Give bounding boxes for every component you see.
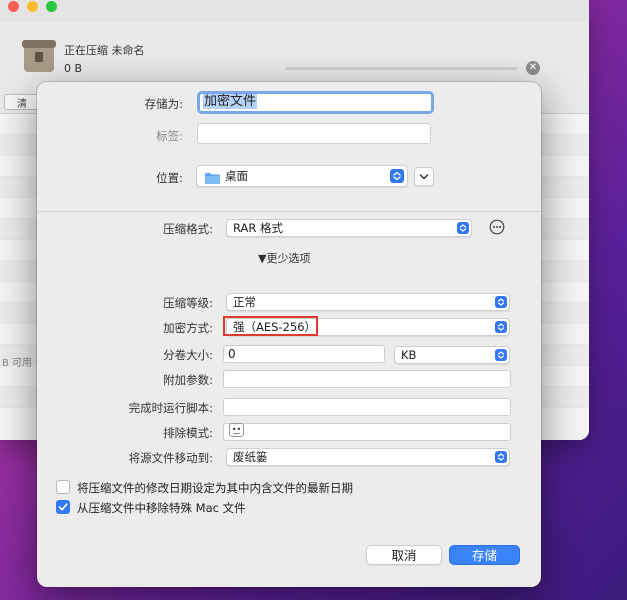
run-script-field[interactable] — [223, 398, 511, 416]
chevron-updown-icon — [495, 451, 507, 463]
more-options-icon[interactable] — [489, 219, 505, 235]
chevron-updown-icon — [495, 349, 507, 361]
progress-bar — [285, 67, 517, 70]
save-dialog: 存储为: 加密文件 标签: 位置: 桌面 压缩格式: RAR 格式 ▼更少选项 … — [37, 82, 541, 587]
move-source-popup[interactable]: 废纸篓 — [226, 448, 510, 466]
chevron-updown-icon — [457, 222, 469, 234]
split-unit-popup[interactable]: KB — [394, 346, 510, 364]
move-source-value: 废纸篓 — [233, 450, 268, 464]
save-as-field[interactable]: 加密文件 — [197, 91, 434, 114]
zoom-window-button[interactable] — [46, 1, 57, 12]
tags-label: 标签: — [156, 129, 183, 143]
progress-size: 0 B — [64, 62, 83, 75]
minimize-window-button[interactable] — [27, 1, 38, 12]
window-titlebar — [0, 0, 589, 22]
token-picker-icon[interactable]: •͜• — [229, 423, 244, 437]
run-script-label: 完成时运行脚本: — [128, 401, 213, 415]
split-size-field[interactable]: 0 — [223, 345, 385, 363]
split-unit-value: KB — [401, 348, 417, 362]
close-window-button[interactable] — [8, 1, 19, 12]
format-label: 压缩格式: — [163, 222, 213, 236]
move-source-label: 将源文件移动到: — [128, 451, 213, 465]
cancel-progress-icon[interactable]: ✕ — [526, 61, 540, 75]
encryption-label: 加密方式: — [163, 321, 213, 335]
level-label: 压缩等级: — [163, 296, 213, 310]
format-popup[interactable]: RAR 格式 — [226, 219, 472, 237]
exclude-label: 排除模式: — [163, 426, 213, 440]
annotation-highlight-box — [223, 316, 318, 336]
disk-space-status: B 可用 — [2, 358, 33, 369]
split-label: 分卷大小: — [163, 348, 213, 362]
extra-params-label: 附加参数: — [163, 373, 213, 387]
level-popup[interactable]: 正常 — [226, 293, 510, 311]
checkmark-icon — [58, 503, 68, 511]
date-checkbox[interactable] — [56, 480, 70, 494]
chevron-down-icon — [419, 174, 429, 180]
remove-mac-files-label: 从压缩文件中移除特殊 Mac 文件 — [77, 501, 246, 515]
expand-browser-button[interactable] — [414, 167, 434, 186]
folder-icon — [205, 170, 220, 184]
archive-box-icon — [22, 40, 56, 72]
location-popup[interactable]: 桌面 — [196, 165, 408, 187]
location-value: 桌面 — [225, 169, 248, 183]
level-value: 正常 — [233, 295, 256, 309]
date-checkbox-label: 将压缩文件的修改日期设定为其中内含文件的最新日期 — [77, 481, 353, 495]
fewer-options-toggle[interactable]: ▼更少选项 — [258, 250, 310, 266]
save-as-value: 加密文件 — [203, 94, 258, 109]
remove-mac-files-checkbox[interactable] — [56, 500, 70, 514]
chevron-updown-icon — [495, 321, 507, 333]
location-label: 位置: — [156, 171, 183, 185]
save-as-label: 存储为: — [144, 97, 183, 111]
progress-title: 正在压缩 未命名 — [64, 44, 145, 57]
section-divider — [37, 211, 541, 212]
save-button[interactable]: 存储 — [449, 545, 520, 565]
format-value: RAR 格式 — [233, 221, 284, 235]
extra-params-field[interactable] — [223, 370, 511, 388]
tags-field[interactable] — [197, 123, 431, 144]
cancel-button[interactable]: 取消 — [366, 545, 442, 565]
exclude-field[interactable] — [223, 423, 511, 441]
chevron-updown-icon — [495, 296, 507, 308]
chevron-updown-icon — [390, 169, 404, 183]
background-clear-button[interactable]: 清 — [4, 94, 40, 110]
